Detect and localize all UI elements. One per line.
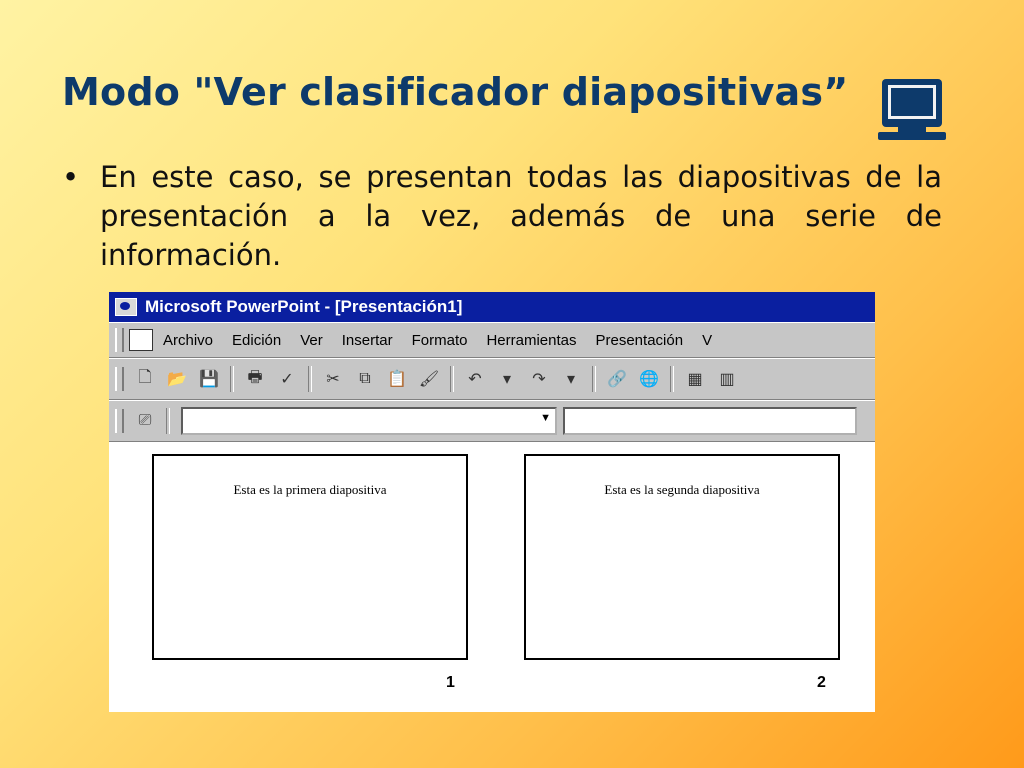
toolbar-separator — [230, 366, 234, 392]
slide-transition-icon[interactable]: ⎚ — [132, 408, 158, 434]
powerpoint-screenshot: Microsoft PowerPoint - [Presentación1] A… — [109, 292, 875, 712]
toolbar-grip[interactable] — [115, 409, 124, 433]
cut-icon[interactable]: ✂ — [320, 366, 346, 392]
menu-herramientas[interactable]: Herramientas — [486, 332, 576, 349]
new-icon[interactable]: 🗋 — [132, 366, 158, 392]
save-icon[interactable]: 💾 — [196, 366, 222, 392]
monitor-icon — [878, 79, 946, 140]
menu-presentacion[interactable]: Presentación — [596, 332, 684, 349]
slide-number: 1 — [446, 674, 455, 691]
spellcheck-icon[interactable]: ✓ — [274, 366, 300, 392]
format-painter-icon[interactable]: 🖌 — [416, 366, 442, 392]
open-icon[interactable]: 📂 — [164, 366, 190, 392]
menu-ventana[interactable]: V — [702, 332, 712, 349]
window-title: Microsoft PowerPoint - [Presentación1] — [145, 297, 463, 316]
standard-toolbar: 🗋 📂 💾 🖶 ✓ ✂ ⧉ 📋 🖌 ↶ ▾ ↷ ▾ 🔗 🌐 ▦ ▥ — [109, 358, 875, 400]
toolbar-separator — [308, 366, 312, 392]
slide-thumbnail-text: Esta es la primera diapositiva — [233, 482, 387, 497]
menu-edicion[interactable]: Edición — [232, 332, 281, 349]
bullet-dot: • — [62, 160, 80, 194]
document-icon[interactable] — [129, 329, 153, 351]
print-icon[interactable]: 🖶 — [242, 366, 268, 392]
slide-thumbnail-text: Esta es la segunda diapositiva — [604, 482, 760, 497]
menu-ver[interactable]: Ver — [300, 332, 323, 349]
slide-title: Modo "Ver clasificador diapositivas” — [62, 70, 849, 114]
combo-arrow-icon[interactable]: ▼ — [540, 412, 551, 424]
slide-thumbnail[interactable]: Esta es la primera diapositiva — [152, 454, 468, 660]
web-icon[interactable]: 🌐 — [636, 366, 662, 392]
menu-insertar[interactable]: Insertar — [342, 332, 393, 349]
paste-icon[interactable]: 📋 — [384, 366, 410, 392]
redo-icon[interactable]: ↷ — [526, 366, 552, 392]
table-icon[interactable]: ▦ — [682, 366, 708, 392]
menu-formato[interactable]: Formato — [412, 332, 468, 349]
menu-bar: Archivo Edición Ver Insertar Formato Her… — [109, 322, 875, 358]
toolbar-separator — [450, 366, 454, 392]
menu-archivo[interactable]: Archivo — [163, 332, 213, 349]
slide-sorter-area: Esta es la primera diapositiva 1 Esta es… — [109, 442, 875, 712]
toolbar-separator — [670, 366, 674, 392]
chart-icon[interactable]: ▥ — [714, 366, 740, 392]
formatting-toolbar: ⎚ ▼ — [109, 400, 875, 442]
toolbar-separator — [592, 366, 596, 392]
undo-icon[interactable]: ↶ — [462, 366, 488, 392]
powerpoint-app-icon — [115, 298, 137, 316]
window-titlebar: Microsoft PowerPoint - [Presentación1] — [109, 292, 875, 322]
copy-icon[interactable]: ⧉ — [352, 366, 378, 392]
toolbar-separator — [166, 408, 170, 434]
slide-thumbnail[interactable]: Esta es la segunda diapositiva — [524, 454, 840, 660]
transition-effect-select[interactable]: ▼ — [181, 407, 557, 435]
toolbar-grip[interactable] — [115, 367, 124, 391]
slide-number: 2 — [817, 674, 826, 691]
text-effect-select[interactable] — [563, 407, 857, 435]
hyperlink-icon[interactable]: 🔗 — [604, 366, 630, 392]
undo-dropdown-icon[interactable]: ▾ — [494, 366, 520, 392]
bullet-item: • En este caso, se presentan todas las d… — [62, 158, 942, 275]
menubar-grip[interactable] — [115, 328, 124, 352]
bullet-text: En este caso, se presentan todas las dia… — [100, 160, 942, 272]
redo-dropdown-icon[interactable]: ▾ — [558, 366, 584, 392]
